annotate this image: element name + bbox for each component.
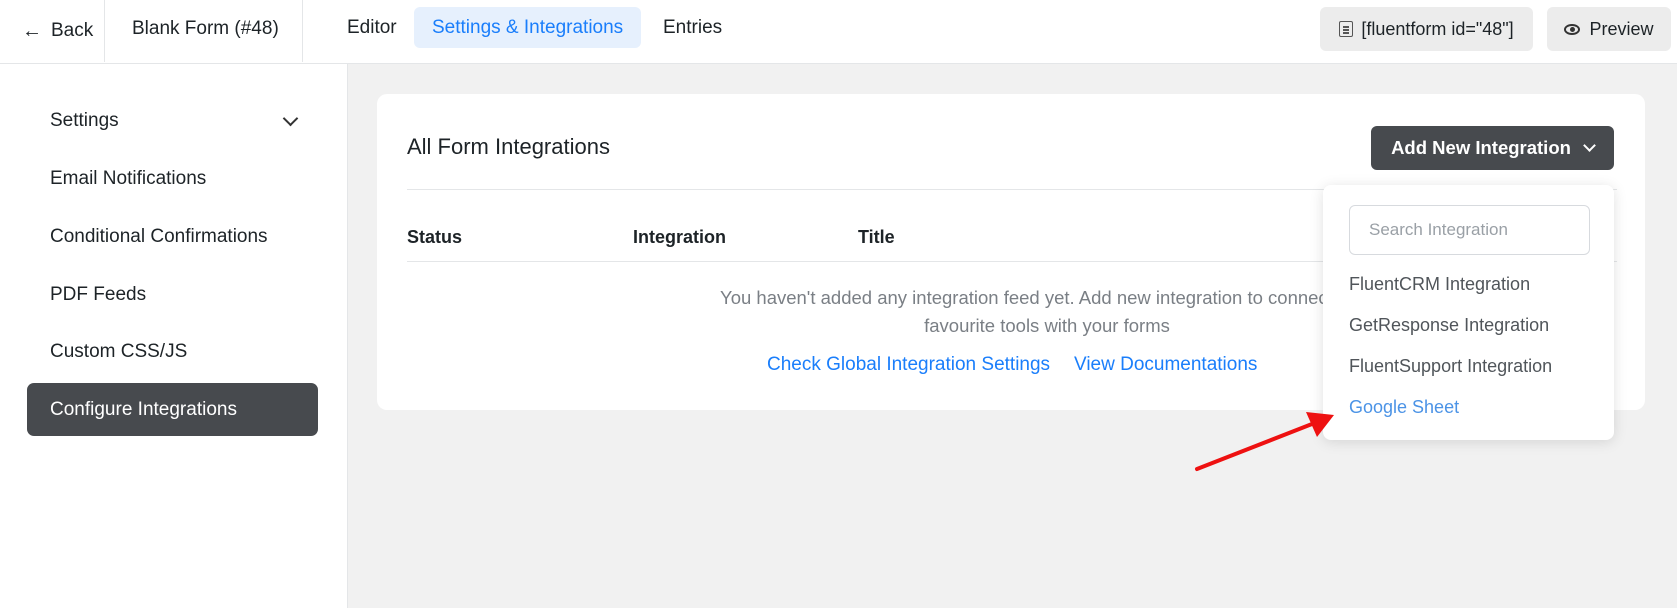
sidebar-item-custom-css-js[interactable]: Custom CSS/JS: [27, 325, 318, 378]
arrow-left-icon: ←: [22, 19, 42, 42]
sidebar-item-settings[interactable]: Settings: [27, 94, 318, 147]
annotation-arrow-shaft: [1195, 422, 1314, 471]
clipboard-icon: [1339, 21, 1354, 37]
column-header-status: Status: [407, 227, 463, 247]
column-header-title: Title: [858, 227, 895, 247]
dropdown-item-fluentsupport[interactable]: FluentSupport Integration: [1349, 356, 1552, 377]
divider: [104, 0, 105, 62]
empty-state-message: You haven't added any integration feed y…: [720, 287, 1374, 336]
sidebar-item-email-notifications[interactable]: Email Notifications: [27, 152, 318, 205]
sidebar-item-label: PDF Feeds: [50, 283, 147, 305]
sidebar-item-label: Email Notifications: [50, 167, 207, 189]
back-button[interactable]: ← Back: [22, 0, 93, 62]
column-header-integration: Integration: [633, 227, 726, 247]
sidebar-item-label: Conditional Confirmations: [50, 225, 268, 247]
preview-button[interactable]: Preview: [1547, 7, 1671, 51]
settings-sidebar: Settings Email Notifications Conditional…: [0, 64, 348, 608]
tab-settings-integrations[interactable]: Settings & Integrations: [414, 7, 642, 48]
tab-editor[interactable]: Editor: [329, 7, 415, 48]
sidebar-item-label: Configure Integrations: [50, 398, 237, 420]
sidebar-item-pdf-feeds[interactable]: PDF Feeds: [27, 268, 318, 321]
view-documentations-link[interactable]: View Documentations: [1074, 354, 1257, 376]
add-new-integration-label: Add New Integration: [1391, 137, 1571, 158]
eye-icon: [1564, 23, 1581, 35]
top-bar: ← Back Blank Form (#48) Editor Settings …: [0, 0, 1677, 64]
dropdown-item-fluentcrm[interactable]: FluentCRM Integration: [1349, 274, 1530, 295]
sidebar-item-configure-integrations[interactable]: Configure Integrations: [27, 383, 318, 436]
global-integration-settings-link[interactable]: Check Global Integration Settings: [767, 354, 1050, 376]
tab-entries[interactable]: Entries: [645, 7, 740, 48]
form-title: Blank Form (#48): [132, 18, 279, 39]
page-title: All Form Integrations: [407, 134, 610, 159]
chevron-down-icon: [282, 110, 299, 127]
back-label: Back: [51, 20, 94, 41]
chevron-down-icon: [1583, 139, 1596, 152]
preview-label: Preview: [1589, 18, 1654, 39]
dropdown-item-getresponse[interactable]: GetResponse Integration: [1349, 315, 1549, 336]
integration-dropdown: FluentCRM Integration GetResponse Integr…: [1323, 185, 1614, 440]
shortcode-copy-button[interactable]: [fluentform id="48"]: [1320, 7, 1533, 51]
sidebar-item-conditional-confirmations[interactable]: Conditional Confirmations: [27, 210, 318, 263]
add-new-integration-button[interactable]: Add New Integration: [1371, 126, 1614, 170]
sidebar-item-label: Settings: [50, 109, 119, 131]
sidebar-item-label: Custom CSS/JS: [50, 340, 188, 362]
search-integration-input[interactable]: [1349, 205, 1590, 255]
shortcode-label: [fluentform id="48"]: [1361, 18, 1514, 39]
dropdown-item-google-sheet[interactable]: Google Sheet: [1349, 397, 1459, 418]
divider: [302, 0, 303, 62]
